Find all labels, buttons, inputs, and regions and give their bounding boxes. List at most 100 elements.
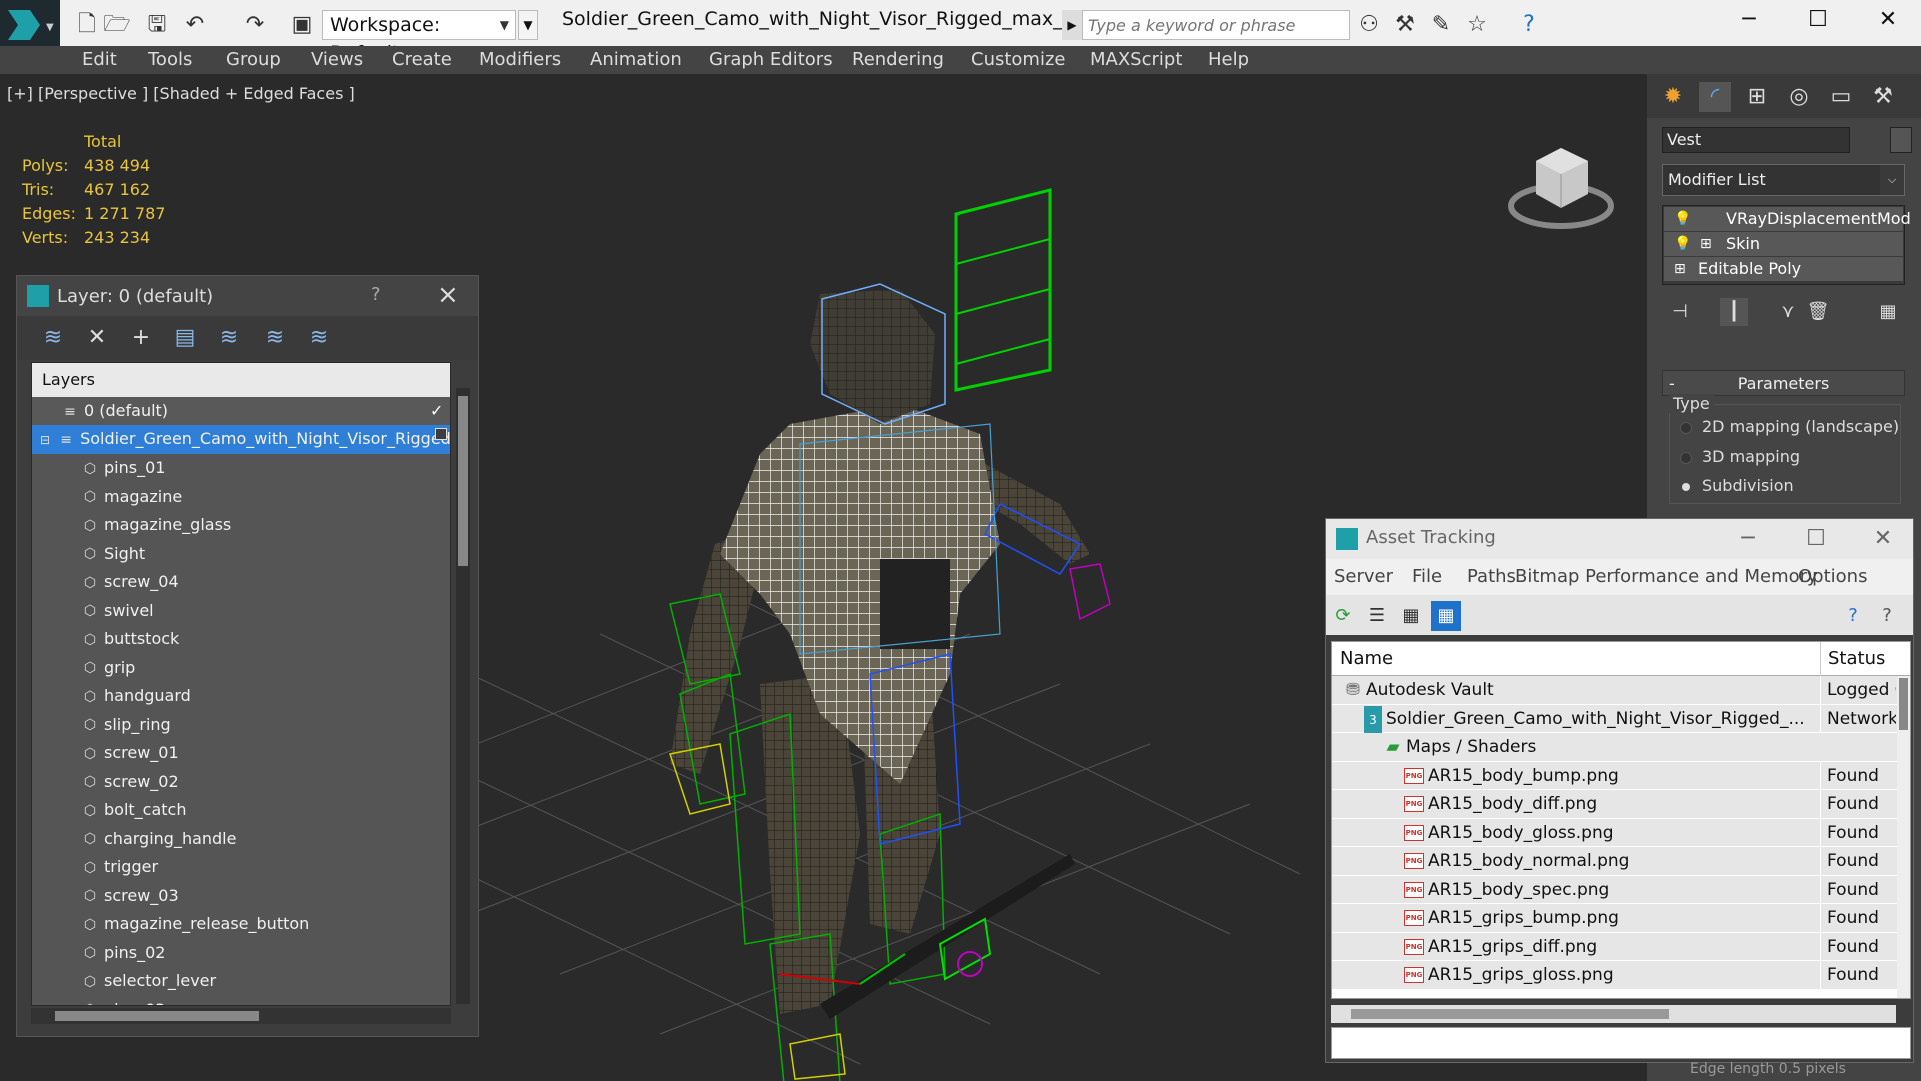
asset-table[interactable]: Name Status ⛃Autodesk VaultLogged O3Sold… [1331, 641, 1911, 999]
scroll-thumb[interactable] [1351, 1009, 1669, 1019]
asset-row[interactable]: PNG AR15_grips_diff.png Found [1332, 932, 1897, 961]
modify-tab-icon[interactable]: ◜ [1699, 82, 1731, 112]
layer-object-row[interactable]: ⬡ pins_03 [32, 996, 450, 1006]
show-end-result-icon[interactable]: ┃ [1720, 298, 1748, 326]
radio-subdivision[interactable]: Subdivision [1680, 476, 1794, 495]
layer-object-row[interactable]: ⬡ magazine_release_button [32, 910, 450, 939]
star-icon[interactable]: ☆ [1462, 10, 1492, 40]
layer-object-row[interactable]: ⬡ screw_04 [32, 568, 450, 597]
layer-object-row[interactable]: ⬡ slip_ring [32, 711, 450, 740]
asset-vertical-scrollbar[interactable] [1897, 676, 1910, 998]
undo-icon[interactable]: ↶ [180, 10, 210, 40]
refresh-icon[interactable]: ⟳ [1328, 601, 1358, 631]
menu-create[interactable]: Create [392, 46, 452, 74]
move-to-layer-icon[interactable]: ≋ [261, 324, 289, 352]
layer-object-row[interactable]: ⬡ Sight [32, 540, 450, 569]
layer-tree[interactable]: Layers ≡ 0 (default) ✓ ⊟ ≡ Soldier_Green_Cam… [31, 362, 451, 1006]
help-dock-icon[interactable]: ? [1872, 601, 1902, 631]
layer-object-row[interactable]: ⬡ screw_03 [32, 882, 450, 911]
thumbnail-view-icon[interactable]: ▦ [1396, 601, 1426, 631]
menu-help[interactable]: Help [1208, 46, 1249, 74]
utilities-tab-icon[interactable]: ⚒ [1867, 82, 1899, 112]
make-unique-icon[interactable]: ⋎ [1774, 298, 1802, 326]
layer-object-row[interactable]: ⬡ magazine_glass [32, 511, 450, 540]
layers-column-header[interactable]: Layers [32, 363, 450, 397]
menu-edit[interactable]: Edit [82, 46, 117, 74]
menu-tools[interactable]: Tools [148, 46, 192, 74]
radio-button[interactable] [1680, 421, 1692, 434]
pin-stack-icon[interactable]: ⊣ [1666, 298, 1694, 326]
hide-layers-icon[interactable]: ≋ [305, 324, 333, 352]
menu-server[interactable]: Server [1334, 566, 1393, 587]
minimize-button[interactable]: ─ [1718, 523, 1778, 555]
menu-file[interactable]: File [1412, 566, 1442, 587]
asset-row[interactable]: PNG AR15_grips_gloss.png Found [1332, 961, 1897, 990]
asset-row[interactable]: PNG AR15_body_spec.png Found [1332, 875, 1897, 904]
object-name-field[interactable]: Vest [1662, 127, 1850, 153]
scroll-thumb[interactable] [55, 1011, 259, 1021]
select-layer-icon[interactable]: ▤ [171, 324, 199, 352]
motion-tab-icon[interactable]: ◎ [1783, 82, 1815, 112]
layer-object-row[interactable]: ⬡ magazine [32, 483, 450, 512]
layer-row-selected[interactable]: ⊟ ≡ Soldier_Green_Camo_with_Night_Visor_Ri… [32, 425, 450, 454]
radio-3d-mapping[interactable]: 3D mapping [1680, 447, 1800, 466]
add-icon[interactable]: + [127, 324, 155, 352]
scroll-thumb[interactable] [1899, 678, 1908, 730]
layer-object-row[interactable]: ⬡ trigger [32, 853, 450, 882]
layer-object-row[interactable]: ⬡ selector_lever [32, 967, 450, 996]
remove-modifier-icon[interactable]: 🗑 [1804, 298, 1832, 326]
menu-customize[interactable]: Customize [971, 46, 1065, 74]
layer-current-box[interactable] [435, 428, 447, 440]
parameters-rollout[interactable]: - Parameters [1662, 370, 1905, 396]
list-view-icon[interactable]: ☰ [1362, 601, 1392, 631]
radio-button[interactable] [1682, 482, 1690, 491]
scroll-thumb[interactable] [458, 396, 468, 566]
select-objects-icon[interactable]: ≋ [215, 324, 243, 352]
save-icon[interactable]: 🖫 [142, 10, 172, 40]
layer-object-row[interactable]: ⬡ swivel [32, 597, 450, 626]
asset-row[interactable]: ⛃Autodesk VaultLogged O [1332, 676, 1897, 705]
project-icon[interactable]: ▣ [287, 10, 317, 40]
display-tab-icon[interactable]: ▭ [1825, 82, 1857, 112]
search-input[interactable] [1083, 11, 1349, 39]
asset-row[interactable]: PNG AR15_body_gloss.png Found [1332, 818, 1897, 847]
lightbulb-icon[interactable]: 💡 [1674, 207, 1691, 231]
redo-icon[interactable]: ↷ [240, 10, 270, 40]
menu-paths[interactable]: Paths [1467, 566, 1516, 587]
asset-row[interactable]: PNG AR15_body_bump.png Found [1332, 761, 1897, 790]
layer-row-default[interactable]: ≡ 0 (default) ✓ [32, 397, 450, 426]
tools-icon[interactable]: ⚒ [1390, 10, 1420, 40]
menu-animation[interactable]: Animation [590, 46, 682, 74]
menu-options[interactable]: Options [1798, 566, 1867, 587]
new-icon[interactable]: 🗋 [72, 10, 102, 40]
menu-group[interactable]: Group [226, 46, 281, 74]
minimize-button[interactable]: ─ [1716, 0, 1782, 40]
menu-views[interactable]: Views [311, 46, 363, 74]
modifier-stack[interactable]: 💡 VRayDisplacementMod 💡 ⊞ Skin ⊞ Editable Po… [1662, 205, 1911, 285]
search-expand-icon[interactable]: ▶ [1062, 10, 1082, 40]
radio-2d-mapping[interactable]: 2D mapping (landscape) [1680, 417, 1899, 436]
maximize-button[interactable]: ☐ [1785, 0, 1851, 40]
asset-row[interactable]: PNG AR15_body_diff.png Found [1332, 790, 1897, 819]
layer-object-row[interactable]: ⬡ grip [32, 654, 450, 683]
binoculars-icon[interactable]: ⚇ [1354, 10, 1384, 40]
column-divider[interactable] [1820, 642, 1821, 676]
stack-item-skin[interactable]: 💡 ⊞ Skin [1664, 232, 1903, 256]
help-icon[interactable]: ? [371, 284, 381, 305]
layer-object-row[interactable]: ⬡ pins_02 [32, 939, 450, 968]
collapse-icon[interactable]: ⊟ [40, 433, 50, 447]
stack-item-editable-poly[interactable]: ⊞ Editable Poly [1664, 257, 1903, 281]
delete-icon[interactable]: ✕ [83, 324, 111, 352]
configure-sets-icon[interactable]: ▦ [1874, 298, 1902, 326]
asset-row[interactable]: ▰ Maps / Shaders [1332, 733, 1897, 762]
asset-row[interactable]: 3 Soldier_Green_Camo_with_Night_Visor_Rig… [1332, 704, 1897, 734]
hierarchy-tab-icon[interactable]: ⊞ [1741, 82, 1773, 112]
menu-rendering[interactable]: Rendering [852, 46, 944, 74]
radio-button[interactable] [1680, 451, 1692, 464]
menu-maxscript[interactable]: MAXScript [1090, 46, 1182, 74]
help-icon[interactable]: ? [1514, 10, 1544, 40]
check-icon[interactable]: ✓ [430, 397, 443, 425]
close-icon[interactable]: × [437, 280, 459, 310]
menu-graph-editors[interactable]: Graph Editors [709, 46, 833, 74]
close-button[interactable]: ✕ [1855, 0, 1921, 40]
